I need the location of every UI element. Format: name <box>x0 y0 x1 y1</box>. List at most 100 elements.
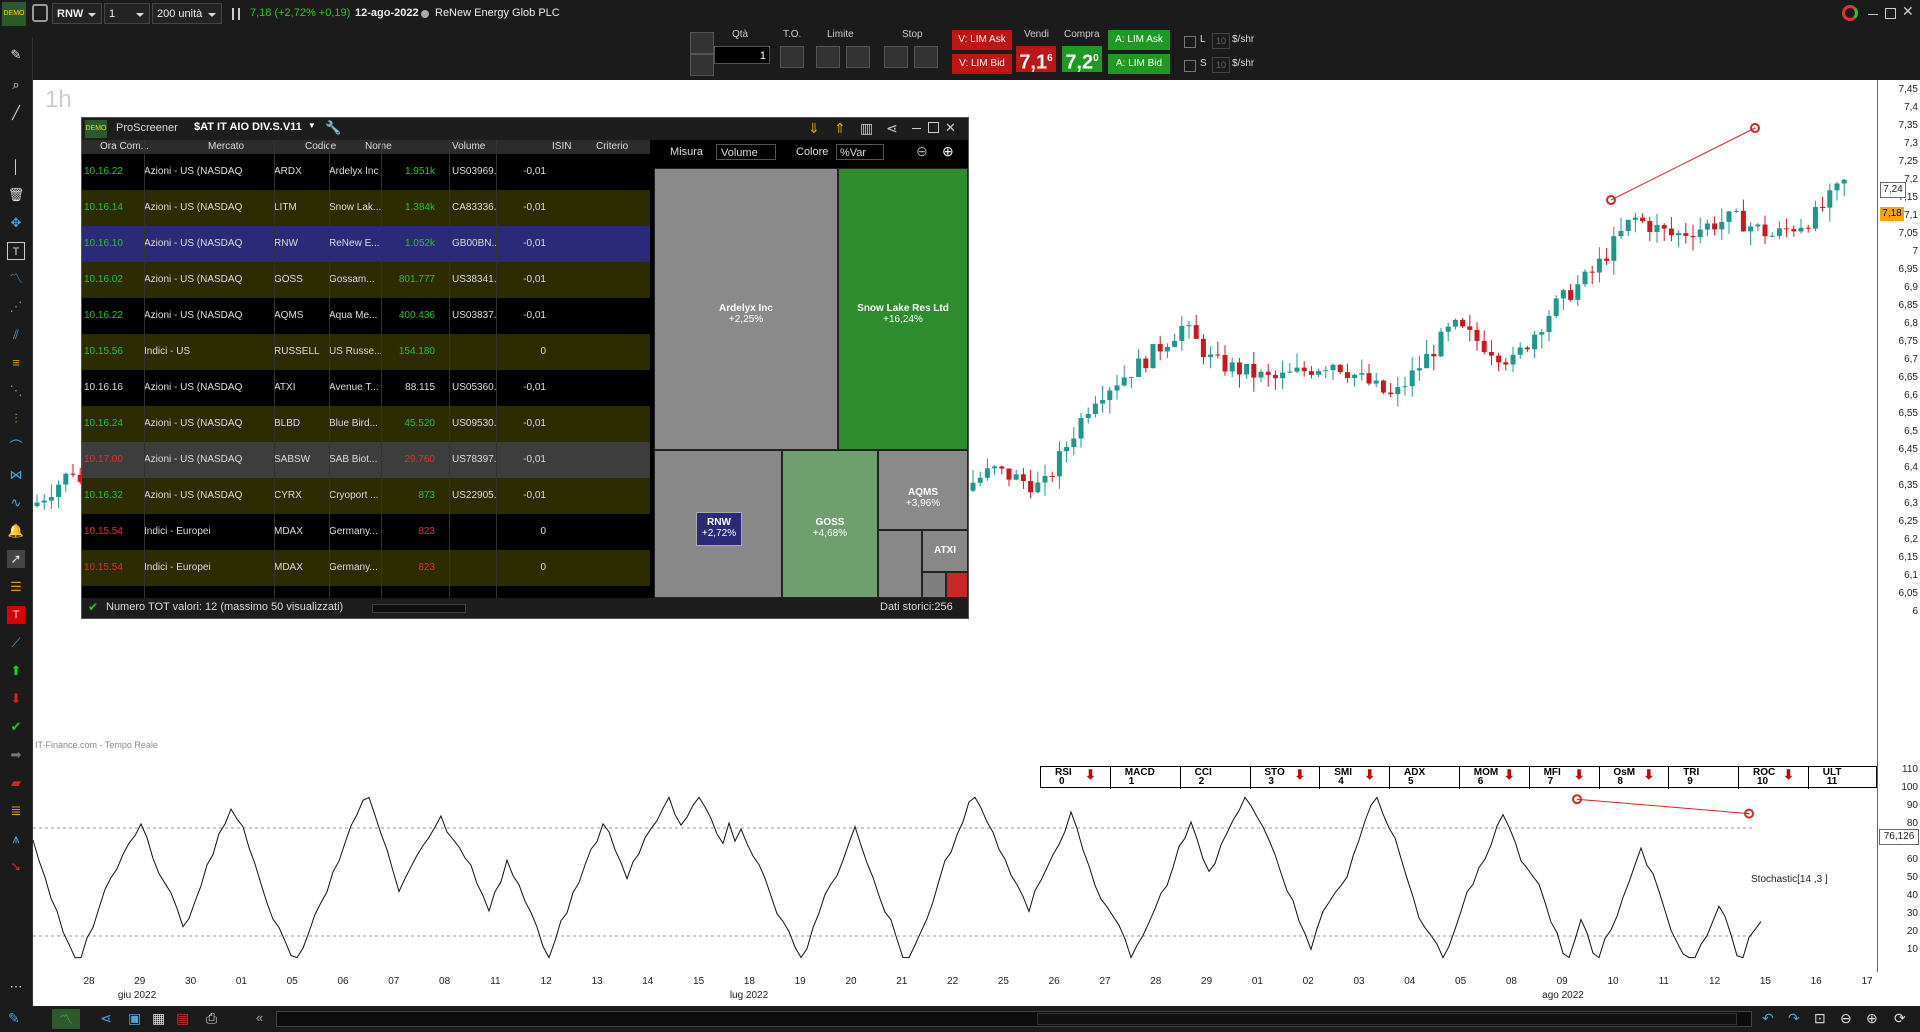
table-row[interactable]: 10.16.22 Azioni - US (NASDAQ ARDX Ardelyx I… <box>82 154 650 190</box>
tile-goss[interactable]: GOSS +4,68% <box>782 450 878 598</box>
print-icon[interactable]: ⎙ <box>206 1010 217 1027</box>
col-volume[interactable]: Volume <box>452 140 485 154</box>
a-lim-ask-button[interactable]: A: LIM Ask <box>1108 30 1170 50</box>
l-value[interactable]: 10 <box>1212 33 1230 49</box>
layers-icon[interactable]: ≣ <box>7 802 25 820</box>
arc-icon[interactable]: ⌒ <box>7 438 25 456</box>
qty-input[interactable]: 1 <box>714 46 770 64</box>
share-icon[interactable]: ⋖ <box>886 120 898 137</box>
table-row[interactable]: 10.17.00 Azioni - US (NASDAQ SABSW SAB Biot… <box>82 442 650 478</box>
zoom-out-icon[interactable]: ⊖ <box>916 143 928 160</box>
vertical-line-icon[interactable]: │ <box>7 158 25 176</box>
scrollbar-thumb[interactable] <box>1037 1013 1737 1025</box>
fan-icon[interactable]: ⫽ <box>7 326 25 344</box>
v-lim-ask-button[interactable]: V: LIM Ask <box>952 30 1012 50</box>
chart-type-icon[interactable]: 〽 <box>52 1009 80 1029</box>
limit-buy-button[interactable] <box>846 46 870 68</box>
fibo-icon[interactable]: ≡ <box>7 354 25 372</box>
stop-sell-button[interactable] <box>884 46 908 68</box>
sell-price-button[interactable]: 7,16 <box>1016 46 1056 74</box>
pitchfork-icon[interactable]: ⫶ <box>7 410 25 428</box>
col-criterion[interactable]: Criterio <box>596 140 628 154</box>
col-code[interactable]: Codice <box>305 140 336 154</box>
window-icon[interactable]: ▣ <box>128 1010 141 1027</box>
layout-icon[interactable]: ▥ <box>860 120 873 137</box>
table-row[interactable]: 10.16.10 Azioni - US (NASDAQ RNW ReNew E...… <box>82 226 650 262</box>
tile-aqms[interactable]: AQMS +3,96% <box>878 450 968 530</box>
red-arrow-icon[interactable]: ➘ <box>7 858 25 876</box>
right-arrow-icon[interactable]: ➡ <box>7 746 25 764</box>
cursor-icon[interactable]: ➚ <box>7 550 25 568</box>
pencil-icon[interactable]: ✎ <box>7 46 25 64</box>
eraser-icon[interactable]: ▰ <box>7 774 25 792</box>
tile-rnw[interactable]: RNW +2,72% <box>696 512 742 546</box>
settings-icon[interactable] <box>690 54 714 76</box>
down-arrow-icon[interactable]: ⬇ <box>7 690 25 708</box>
wrench-icon[interactable]: 🔧 <box>325 120 341 136</box>
collapse-icon[interactable]: « <box>256 1010 263 1025</box>
price-axis[interactable]: 7,45 7,4 7,35 7,3 7,25 7,2 7,15 7,1 7,05 7 6,95 6,9… <box>1877 80 1920 972</box>
color-dropdown[interactable]: %Var <box>836 144 884 160</box>
more-icon[interactable]: ⋯ <box>7 978 25 996</box>
sort-down-icon[interactable]: ⇓ <box>808 120 820 137</box>
zoom-icon[interactable]: ⌕ <box>7 76 25 94</box>
col-time[interactable]: Ora Com... <box>100 140 149 154</box>
tile-small-3[interactable] <box>946 572 968 598</box>
col-market[interactable]: Mercato <box>208 140 244 154</box>
trash-icon[interactable]: 🗑 <box>7 186 25 204</box>
s-checkbox[interactable] <box>1184 60 1196 72</box>
table-row[interactable]: 10.16.32 Azioni - US (NASDAQ CYRX Cryoport … <box>82 478 650 514</box>
maximize-icon[interactable] <box>1885 8 1896 19</box>
sort-up-icon[interactable]: ⇑ <box>834 120 846 137</box>
red-text-icon[interactable]: T <box>7 606 25 624</box>
tile-atxi[interactable]: ATXI <box>922 530 968 572</box>
buy-price-button[interactable]: 7,20 <box>1062 46 1102 74</box>
text-icon[interactable]: T <box>7 242 25 260</box>
a-lim-bid-button[interactable]: A: LIM Bid <box>1108 54 1170 74</box>
zoom-in-icon[interactable]: ⊕ <box>1866 1010 1878 1027</box>
undo-icon[interactable]: ↶ <box>1762 1010 1774 1027</box>
l-checkbox[interactable] <box>1184 36 1196 48</box>
close-icon[interactable]: ✕ <box>945 120 956 136</box>
to-button[interactable] <box>780 46 804 68</box>
zoom-in-icon[interactable]: ⊕ <box>942 143 954 160</box>
stop-buy-button[interactable] <box>914 46 938 68</box>
tile-litm[interactable]: Snow Lake Res Ltd +16,24% <box>838 168 968 450</box>
hat-icon[interactable]: ⩚ <box>7 830 25 848</box>
ruler-icon[interactable]: ⟋ <box>7 634 25 652</box>
gann-icon[interactable]: ⋱ <box>7 382 25 400</box>
elliott-icon[interactable]: ⋈ <box>7 466 25 484</box>
trend-icon[interactable]: 〽 <box>7 270 25 288</box>
limit-sell-button[interactable] <box>816 46 840 68</box>
tile-small-2[interactable] <box>922 572 946 598</box>
measure-dropdown[interactable]: Volume <box>716 144 776 160</box>
s-value[interactable]: 10 <box>1212 57 1230 73</box>
bars-tool-icon[interactable]: ☰ <box>7 578 25 596</box>
refresh-icon[interactable]: ⟳ <box>1894 1010 1906 1027</box>
calc-icon[interactable]: ▦ <box>152 1010 165 1027</box>
maximize-icon[interactable] <box>928 122 939 133</box>
time-axis[interactable]: 28 29 30 01 05 06 07 08 11 12 13 14 15 18 19 20 21 22 25 26… <box>33 972 1920 1006</box>
proscreener-titlebar[interactable]: DEMO ProScreener $AT IT AIO DIV.S.V11 ▼ … <box>82 118 968 140</box>
col-name[interactable]: Nome <box>365 140 392 154</box>
draw-tool-icon[interactable]: ✎ <box>8 1010 20 1027</box>
table-row[interactable]: 10.16.14 Azioni - US (NASDAQ LITM Snow Lak.… <box>82 190 650 226</box>
wrench-icon[interactable] <box>690 32 714 54</box>
table-row[interactable]: 10.15.54 Indici - Europei MDAX Germany... 82… <box>82 514 650 550</box>
proscreener-window[interactable]: DEMO ProScreener $AT IT AIO DIV.S.V11 ▼ … <box>81 117 969 619</box>
table-row[interactable]: 10.16.16 Azioni - US (NASDAQ ATXI Avenue T.… <box>82 370 650 406</box>
alert-bell-icon[interactable]: 🔔 <box>7 522 25 540</box>
oscillator-panel[interactable]: RSI 0 ⬇ MACD 1 CCI 2 STO 3 ⬇ SMI 4 ⬇ ADX 5 MOM 6 ⬇ MFI 7 ⬇ Os… <box>33 752 1879 972</box>
treemap-panel[interactable]: Misura Volume Colore %Var ⊖ ⊕ Ardelyx In… <box>654 140 968 598</box>
tile-ardx[interactable]: Ardelyx Inc +2,25% <box>654 168 838 450</box>
table-row[interactable]: 10.16.02 Azioni - US (NASDAQ GOSS Gossam...… <box>82 262 650 298</box>
check-icon[interactable]: ✔ <box>7 718 25 736</box>
zoom-fit-icon[interactable]: ⊡ <box>1814 1010 1826 1027</box>
channel-icon[interactable]: ⋰ <box>7 298 25 316</box>
wave-icon[interactable]: ∿ <box>7 494 25 512</box>
share-icon[interactable]: ⋖ <box>100 1010 112 1027</box>
up-arrow-icon[interactable]: ⬆ <box>7 662 25 680</box>
v-lim-bid-button[interactable]: V: LIM Bid <box>952 54 1012 74</box>
security-icon[interactable] <box>32 4 48 22</box>
col-isin[interactable]: ISIN <box>552 140 571 154</box>
